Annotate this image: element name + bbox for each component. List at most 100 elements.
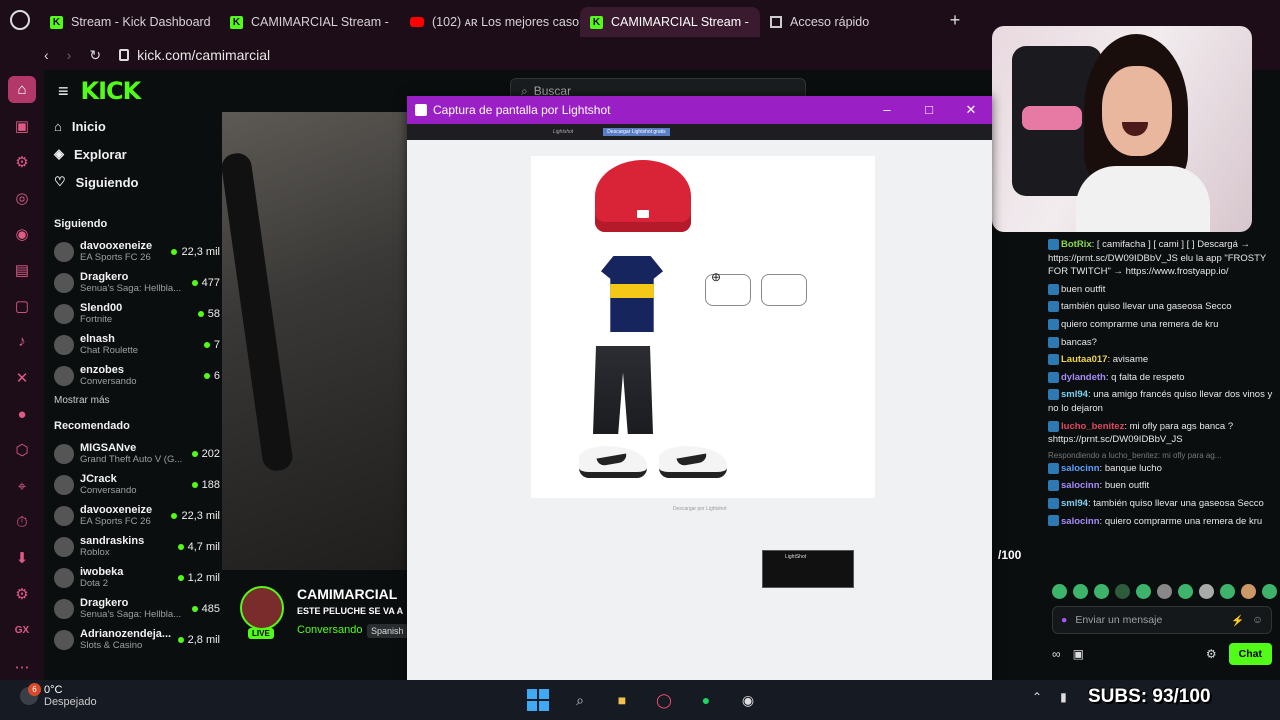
sidebar-channel[interactable]: Dragkero Senua's Saga: Hellbla... 477: [54, 267, 220, 298]
sidebar-channel[interactable]: iwobeka Dota 2 1,2 mil: [54, 562, 220, 593]
chat-username[interactable]: dylandeth: [1061, 372, 1106, 383]
streamer-name[interactable]: CAMIMARCIAL: [297, 586, 397, 602]
chat-text: : avisame: [1107, 354, 1149, 366]
obs-icon[interactable]: ◉: [734, 686, 762, 714]
tiktok-icon[interactable]: ♪: [8, 328, 36, 355]
back-icon[interactable]: ‹: [44, 47, 49, 63]
chat-username[interactable]: BotRix: [1061, 239, 1092, 250]
system-tray: ⌃ ▮: [1032, 690, 1067, 704]
streamer-avatar[interactable]: [240, 586, 284, 630]
emote-icon[interactable]: [1241, 584, 1256, 599]
chat-username[interactable]: sml94: [1061, 498, 1088, 509]
weather-widget[interactable]: 6 0°C Despejado: [20, 683, 97, 708]
lightshot-ad-thumbnail[interactable]: LightShot: [762, 550, 854, 588]
opera-icon[interactable]: ◯: [650, 686, 678, 714]
tray-expand-icon[interactable]: ⌃: [1032, 690, 1042, 704]
sidebar-channel[interactable]: Adrianozendeja... Slots & Casino 2,8 mil: [54, 624, 220, 655]
download-icon[interactable]: ⬇: [8, 545, 36, 572]
kick-logo[interactable]: KICK: [81, 77, 142, 105]
show-more-link[interactable]: Mostrar más: [54, 395, 220, 406]
channel-name: sandraskins: [80, 535, 145, 547]
sidebar-channel[interactable]: MIGSANve Grand Theft Auto V (G... 202: [54, 438, 220, 469]
emote-icon[interactable]: [1262, 584, 1277, 599]
close-icon[interactable]: ✕: [950, 102, 992, 118]
download-lightshot-button[interactable]: Descargar Lightshot gratis: [603, 128, 670, 136]
emote-icon[interactable]: [1178, 584, 1193, 599]
url-field[interactable]: kick.com/camimarcial: [119, 47, 270, 63]
sidebar-channel[interactable]: Slend00 Fortnite 58: [54, 298, 220, 329]
chat-username[interactable]: Lautaa017: [1061, 354, 1107, 365]
nav-following[interactable]: ♡ Siguiendo: [54, 168, 220, 196]
emote-icon[interactable]: [1094, 584, 1109, 599]
emote-icon[interactable]: [1220, 584, 1235, 599]
sidebar-channel[interactable]: davooxeneize EA Sports FC 26 22,3 mil: [54, 236, 220, 267]
sidebar-channel[interactable]: sandraskins Roblox 4,7 mil: [54, 531, 220, 562]
stream-language-tag[interactable]: Spanish: [367, 624, 408, 638]
history-icon[interactable]: ⏱: [8, 509, 36, 536]
instagram-icon[interactable]: ▢: [8, 292, 36, 319]
store-icon[interactable]: ▣: [1073, 647, 1084, 661]
chat-input-placeholder: Enviar un mensaje: [1075, 614, 1163, 626]
mic-icon[interactable]: ●: [1061, 614, 1067, 626]
new-tab-button[interactable]: +: [940, 10, 970, 31]
maximize-icon[interactable]: □: [908, 102, 950, 118]
chat-username[interactable]: salocinn: [1061, 463, 1100, 474]
messenger-icon[interactable]: ◎: [8, 184, 36, 211]
emote-icon[interactable]: [1199, 584, 1214, 599]
chat-username[interactable]: sml94: [1061, 389, 1088, 400]
points-icon[interactable]: ∞: [1052, 647, 1061, 661]
pin-icon[interactable]: ⌖: [8, 473, 36, 500]
shield-icon[interactable]: ⬡: [8, 437, 36, 464]
more-icon[interactable]: ⋯: [8, 653, 36, 680]
lightshot-logo[interactable]: Lightshot: [553, 129, 573, 135]
nav-home[interactable]: ⌂ Inicio: [54, 112, 220, 140]
minimize-icon[interactable]: –: [866, 102, 908, 118]
emoji-icon[interactable]: ☺: [1252, 614, 1263, 626]
sidebar-channel[interactable]: Dragkero Senua's Saga: Hellbla... 485: [54, 593, 220, 624]
tab-kick-dashboard[interactable]: K Stream - Kick Dashboard: [40, 7, 220, 37]
file-explorer-icon[interactable]: ■: [608, 686, 636, 714]
search-icon[interactable]: ⌕: [566, 686, 594, 714]
sidebar-channel[interactable]: davooxeneize EA Sports FC 26 22,3 mil: [54, 500, 220, 531]
forward-icon[interactable]: ›: [67, 47, 72, 63]
tab-youtube[interactable]: (102) ᴀʀ Los mejores caso: [400, 7, 580, 37]
x-icon[interactable]: ✕: [8, 365, 36, 392]
emote-icon[interactable]: [1115, 584, 1130, 599]
aria-icon[interactable]: ⚙: [8, 148, 36, 175]
settings-icon[interactable]: ⚙: [1206, 647, 1217, 661]
chat-username[interactable]: lucho_benitez: [1061, 421, 1124, 432]
spotify-icon[interactable]: ●: [692, 686, 720, 714]
microphone-icon[interactable]: ▮: [1060, 690, 1067, 704]
sidebar-channel[interactable]: elnash Chat Roulette 7: [54, 329, 220, 360]
start-icon[interactable]: [524, 686, 552, 714]
tab-camimarcial-1[interactable]: K CAMIMARCIAL Stream -: [220, 7, 400, 37]
sidebar-channel[interactable]: enzobes Conversando 6: [54, 360, 220, 391]
emote-icon[interactable]: [1073, 584, 1088, 599]
opera-menu-icon[interactable]: [0, 0, 40, 40]
chat-username[interactable]: salocinn: [1061, 516, 1100, 527]
gx-icon[interactable]: GX: [8, 617, 36, 644]
settings-icon[interactable]: ⚙: [8, 581, 36, 608]
video-player[interactable]: [222, 112, 408, 570]
sidebar-channel[interactable]: JCrack Conversando 188: [54, 469, 220, 500]
chat-username[interactable]: salocinn: [1061, 480, 1100, 491]
nav-explore[interactable]: ◈ Explorar: [54, 140, 220, 168]
stream-category[interactable]: Conversando: [297, 624, 362, 636]
reload-icon[interactable]: ↻: [89, 47, 101, 64]
tab-speed-dial[interactable]: Acceso rápido: [760, 7, 940, 37]
tab-camimarcial-active[interactable]: K CAMIMARCIAL Stream -: [580, 7, 760, 37]
gamepad-icon[interactable]: ▣: [8, 112, 36, 139]
following-list: davooxeneize EA Sports FC 26 22,3 mil Dragk…: [54, 236, 220, 391]
discord-icon[interactable]: ◉: [8, 220, 36, 247]
home-icon[interactable]: ⌂: [8, 76, 36, 104]
menu-icon[interactable]: ≡: [58, 81, 69, 102]
twitch-icon[interactable]: ▤: [8, 256, 36, 283]
emote-icon[interactable]: [1136, 584, 1151, 599]
emote-icon[interactable]: [1052, 584, 1067, 599]
send-chat-button[interactable]: Chat: [1228, 643, 1272, 665]
commands-icon[interactable]: ⚡: [1231, 614, 1244, 627]
url-text: kick.com/camimarcial: [137, 47, 271, 63]
record-icon[interactable]: ●: [8, 401, 36, 428]
chat-input[interactable]: ● Enviar un mensaje ⚡ ☺: [1052, 606, 1272, 634]
emote-icon[interactable]: [1157, 584, 1172, 599]
